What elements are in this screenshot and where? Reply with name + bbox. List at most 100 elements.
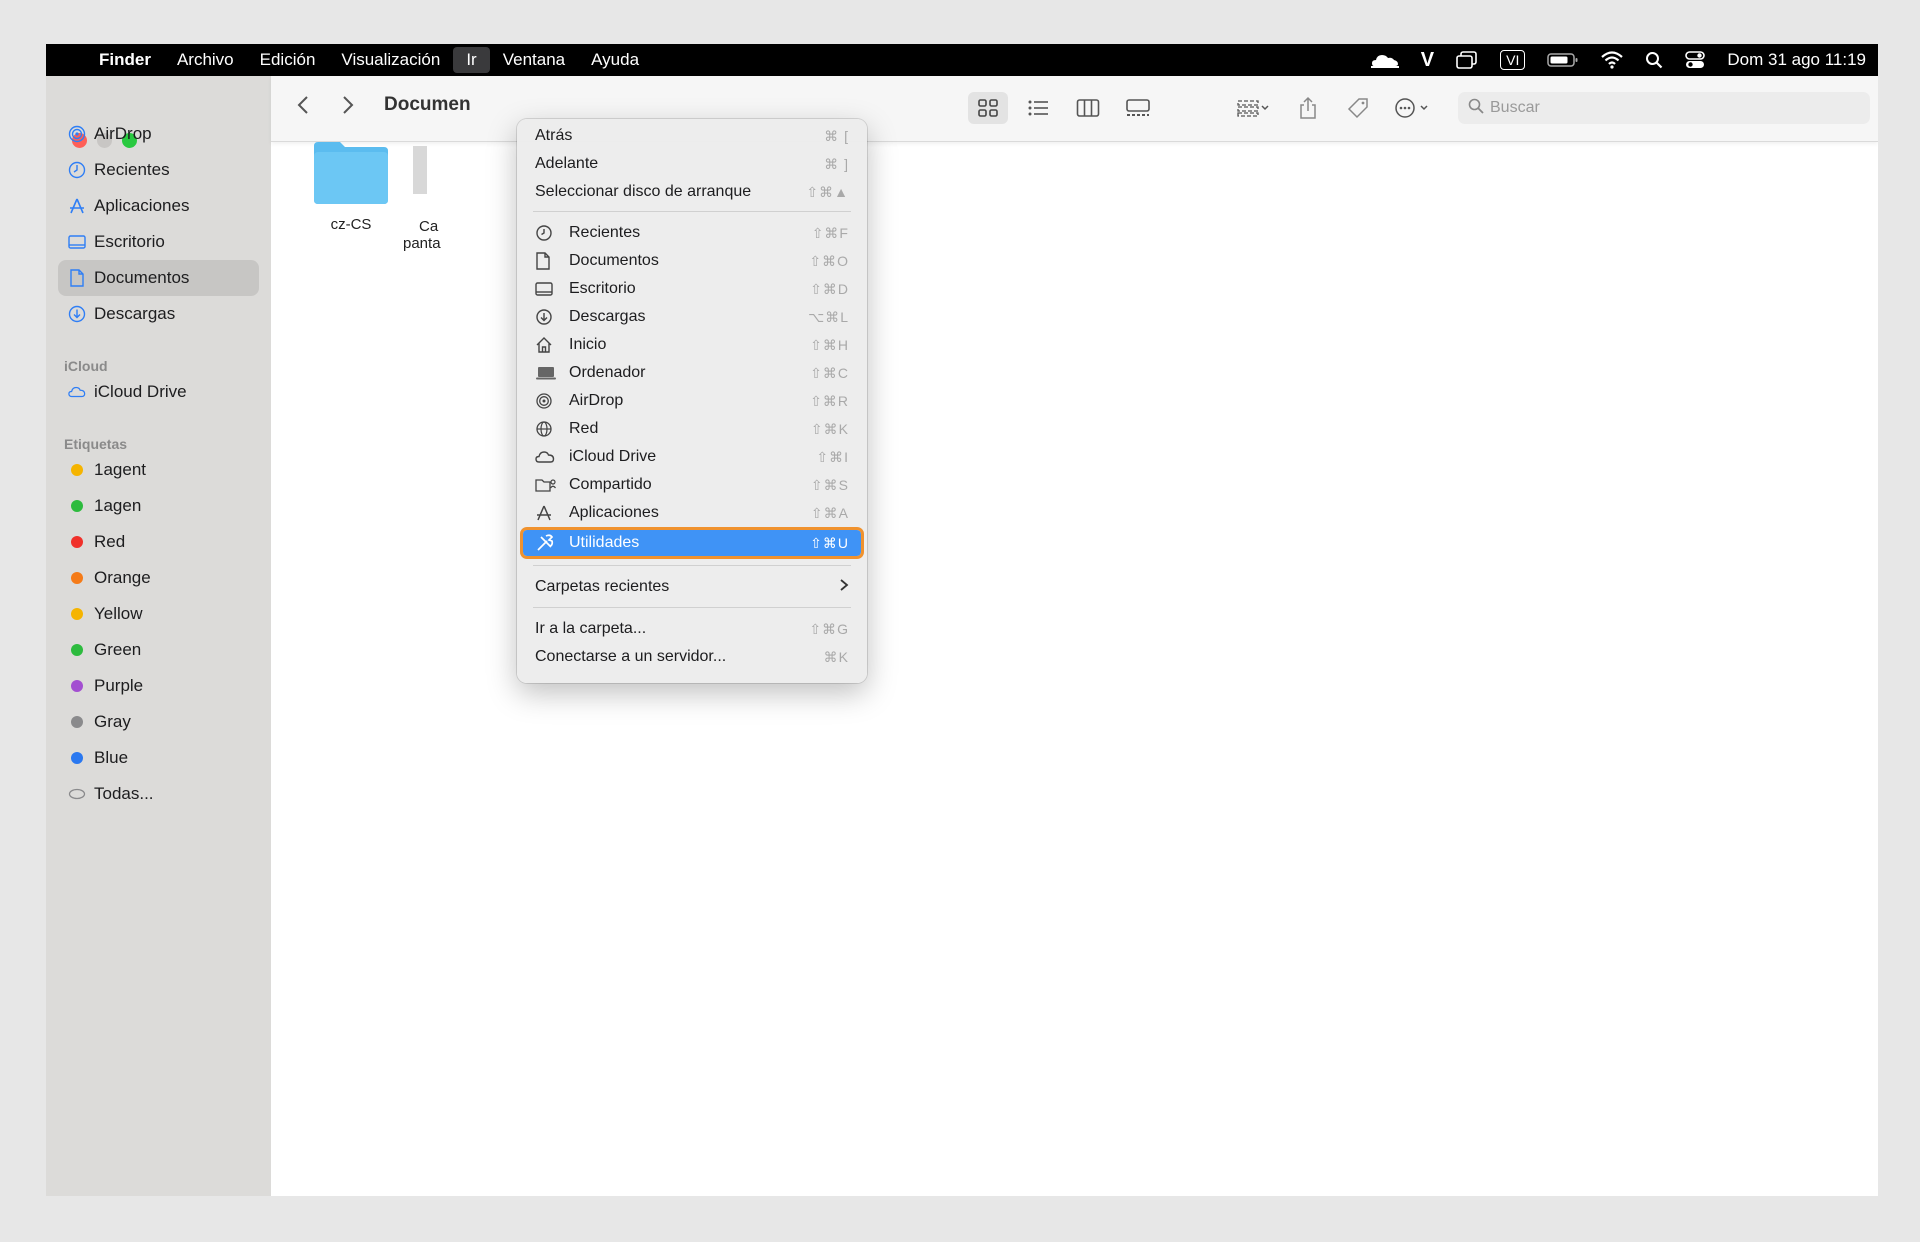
search-input[interactable]: Buscar [1458, 92, 1870, 124]
file-thumbnail [413, 146, 427, 194]
tag-color-dot [71, 536, 83, 548]
menu-item-ordenador[interactable]: Ordenador ⇧⌘C [523, 360, 861, 386]
finder-main: Documen Buscar cz-CS Ca panta [271, 76, 1878, 1196]
file-area: cz-CS Ca panta [271, 142, 1878, 1196]
cloud-icon [535, 450, 557, 464]
sidebar-item-descargas[interactable]: Descargas [58, 296, 259, 332]
window-title: Documen [384, 94, 471, 115]
sidebar-list: AirDrop Recientes Aplicaciones Escritori… [58, 124, 259, 812]
sidebar-item-label: Escritorio [94, 232, 165, 251]
download-icon [535, 308, 557, 326]
search-icon [1468, 98, 1484, 119]
tag-label: Purple [94, 676, 144, 695]
tag-color-dot [71, 464, 83, 476]
menu-item-compartido[interactable]: Compartido ⇧⌘S [523, 472, 861, 498]
menu-item-documentos[interactable]: Documentos ⇧⌘O [523, 248, 861, 274]
v-icon[interactable]: V [1421, 49, 1434, 72]
menu-item-atras[interactable]: Atrás ⌘ [ [523, 123, 861, 149]
sidebar-tag-1agen[interactable]: 1agen [58, 488, 259, 524]
wifi-icon[interactable] [1601, 51, 1624, 69]
input-source-icon[interactable]: VI [1500, 50, 1526, 70]
sidebar-item-airdrop[interactable]: AirDrop [58, 116, 259, 152]
sidebar-heading-icloud: iCloud [64, 358, 108, 374]
document-icon [535, 252, 557, 270]
airdrop-icon [535, 392, 557, 410]
sidebar-item-recientes[interactable]: Recientes [58, 152, 259, 188]
spotlight-icon[interactable] [1645, 51, 1663, 69]
menu-item-carpetas-recientes[interactable]: Carpetas recientes [523, 574, 861, 600]
sidebar-tag-red[interactable]: Red [58, 524, 259, 560]
toolbar-actions [1228, 92, 1438, 124]
back-chevron-icon[interactable] [296, 94, 310, 122]
menu-item-icloud-drive[interactable]: iCloud Drive ⇧⌘I [523, 444, 861, 470]
menu-bar-clock[interactable]: Dom 31 ago 11:19 [1727, 50, 1866, 70]
menu-item-escritorio[interactable]: Escritorio ⇧⌘D [523, 276, 861, 302]
sidebar-item-aplicaciones[interactable]: Aplicaciones [58, 188, 259, 224]
network-icon [535, 420, 557, 438]
menu-item-startup-disk[interactable]: Seleccionar disco de arranque ⇧⌘▲ [523, 179, 861, 205]
menu-item-conectarse-servidor[interactable]: Conectarse a un servidor... ⌘K [523, 644, 861, 670]
tag-color-dot [71, 644, 83, 656]
tag-label: Blue [94, 748, 129, 767]
folder-item[interactable]: cz-CS [291, 142, 411, 233]
document-icon [68, 269, 86, 287]
tag-color-dot [71, 680, 83, 692]
menu-edicion[interactable]: Edición [247, 44, 329, 76]
menu-item-utilidades[interactable]: Utilidades ⇧⌘U [520, 527, 864, 559]
sidebar-tag-purple[interactable]: Purple [58, 668, 259, 704]
cloud-icon[interactable] [1370, 51, 1399, 69]
menu-finder[interactable]: Finder [86, 44, 164, 76]
search-placeholder: Buscar [1490, 99, 1540, 116]
download-icon [68, 305, 86, 323]
menu-item-adelante[interactable]: Adelante ⌘ ] [523, 151, 861, 177]
sidebar-tag-blue[interactable]: Blue [58, 740, 259, 776]
sidebar-item-escritorio[interactable]: Escritorio [58, 224, 259, 260]
menu-item-red[interactable]: Red ⇧⌘K [523, 416, 861, 442]
menu-separator [533, 607, 851, 608]
sidebar-item-icloud-drive[interactable]: iCloud Drive [58, 374, 259, 410]
menu-archivo[interactable]: Archivo [164, 44, 247, 76]
apple-menu-icon[interactable] [46, 44, 86, 76]
sidebar-tag-1agent[interactable]: 1agent [58, 452, 259, 488]
menu-item-recientes[interactable]: Recientes ⇧⌘F [523, 220, 861, 246]
list-view-icon[interactable] [1018, 92, 1058, 124]
group-by-icon[interactable] [1228, 92, 1278, 124]
menu-bar: Finder Archivo Edición Visualización Ir … [46, 44, 1878, 76]
column-view-icon[interactable] [1068, 92, 1108, 124]
share-icon[interactable] [1288, 92, 1328, 124]
sidebar-tag-gray[interactable]: Gray [58, 704, 259, 740]
menu-item-airdrop[interactable]: AirDrop ⇧⌘R [523, 388, 861, 414]
file-item[interactable]: Ca panta [403, 142, 463, 252]
tag-icon[interactable] [1338, 92, 1378, 124]
menu-item-ir-a-carpeta[interactable]: Ir a la carpeta... ⇧⌘G [523, 616, 861, 642]
battery-icon[interactable] [1547, 52, 1579, 68]
menu-visualizacion[interactable]: Visualización [328, 44, 453, 76]
control-center-icon[interactable] [1685, 51, 1706, 69]
menu-item-aplicaciones[interactable]: Aplicaciones ⇧⌘A [523, 500, 861, 526]
cloud-icon [68, 383, 86, 401]
sidebar-tag-green[interactable]: Green [58, 632, 259, 668]
menu-ventana[interactable]: Ventana [490, 44, 578, 76]
sidebar-item-label: Recientes [94, 160, 170, 179]
sidebar-tag-orange[interactable]: Orange [58, 560, 259, 596]
sidebar-all-tags[interactable]: Todas... [58, 776, 259, 812]
tag-color-dot [71, 500, 83, 512]
tag-label: 1agent [94, 460, 146, 479]
folder-name: cz-CS [330, 216, 372, 233]
menu-ayuda[interactable]: Ayuda [578, 44, 652, 76]
tag-label: Red [94, 532, 126, 551]
sidebar-item-label: AirDrop [94, 124, 152, 143]
gallery-view-icon[interactable] [1118, 92, 1158, 124]
icon-view-icon[interactable] [968, 92, 1008, 124]
menu-item-inicio[interactable]: Inicio ⇧⌘H [523, 332, 861, 358]
menu-item-descargas[interactable]: Descargas ⌥⌘L [523, 304, 861, 330]
tag-color-dot [71, 572, 83, 584]
forward-chevron-icon[interactable] [341, 94, 355, 122]
window-icon[interactable] [1456, 51, 1478, 69]
menu-ir[interactable]: Ir [453, 47, 490, 73]
sidebar-tag-yellow[interactable]: Yellow [58, 596, 259, 632]
tag-label: Green [94, 640, 142, 659]
apps-icon [535, 504, 557, 522]
more-actions-icon[interactable] [1388, 92, 1438, 124]
sidebar-item-documentos[interactable]: Documentos [58, 260, 259, 296]
